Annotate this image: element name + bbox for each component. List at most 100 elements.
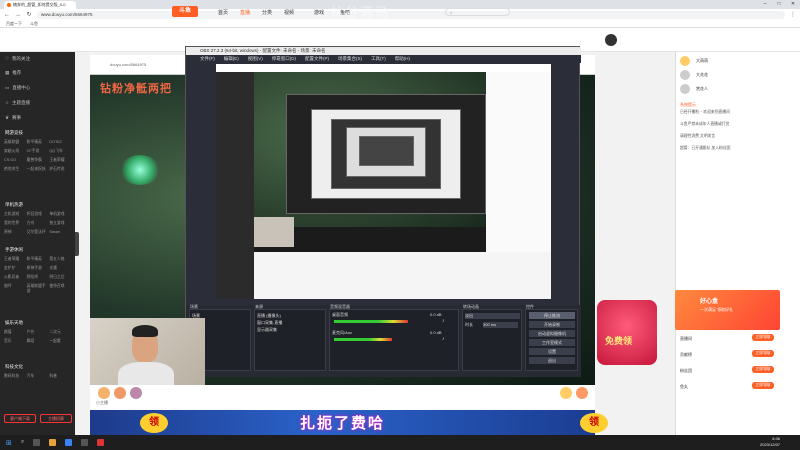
- sidebar-link[interactable]: 英雄联盟: [4, 140, 27, 145]
- sidebar-link[interactable]: 方舟: [27, 221, 50, 226]
- obs-menu-file[interactable]: 文件(F): [200, 56, 215, 62]
- nav-live[interactable]: 直播: [240, 9, 250, 16]
- top-user[interactable]: 大花花: [696, 72, 708, 78]
- source-item[interactable]: 窗口采集-直播: [257, 320, 282, 326]
- transition-duration-input[interactable]: 300 ms: [483, 322, 518, 328]
- menu-dots-icon[interactable]: ⋮: [790, 11, 796, 18]
- recruit-anchor-button[interactable]: 主播招募: [40, 414, 72, 423]
- windows-start-icon[interactable]: ⊞: [6, 439, 12, 447]
- sidebar-link[interactable]: 英雄联盟手游: [27, 284, 50, 294]
- sidebar-link[interactable]: 和平精英: [27, 140, 50, 145]
- top-user[interactable]: 大萌萌: [696, 58, 708, 64]
- sidebar-link[interactable]: 二次元: [49, 330, 72, 335]
- sidebar-collapse-handle[interactable]: [75, 232, 79, 256]
- exit-button[interactable]: 退出: [529, 357, 575, 364]
- obs-menu-view[interactable]: 视图(V): [248, 56, 263, 62]
- back-icon[interactable]: ←: [4, 12, 10, 18]
- explorer-icon[interactable]: [49, 439, 57, 446]
- sidebar-link[interactable]: 绝地求生: [4, 167, 27, 172]
- start-recording-button[interactable]: 开始录制: [529, 321, 575, 328]
- sidebar-link[interactable]: 第五人格: [49, 257, 72, 262]
- settings-button[interactable]: 设置: [529, 348, 575, 355]
- search-icon[interactable]: ⌕: [21, 439, 24, 446]
- gift-icon[interactable]: [560, 387, 572, 399]
- sidebar-link[interactable]: 主机游戏: [4, 212, 27, 217]
- sidebar-link[interactable]: 科普: [49, 374, 72, 379]
- gift-box-promo[interactable]: 好心盒 一次满足 领取好礼: [675, 290, 780, 330]
- source-item[interactable]: 显示器采集: [257, 327, 277, 333]
- close-icon[interactable]: ✕: [786, 0, 800, 9]
- sidebar-link[interactable]: 王者荣耀: [4, 257, 27, 262]
- reload-icon[interactable]: ↻: [26, 11, 32, 18]
- sidebar-link[interactable]: 穿越火线: [4, 149, 27, 154]
- sidebar-link[interactable]: CS:GO: [4, 158, 27, 163]
- sidebar-link[interactable]: 炉石传说: [49, 167, 72, 172]
- sidebar-link[interactable]: 光遇: [49, 266, 72, 271]
- sidebar-link[interactable]: 和平精英: [27, 257, 50, 262]
- sidebar-link[interactable]: CF手游: [27, 149, 50, 154]
- sidebar-link[interactable]: 使命召唤: [49, 284, 72, 294]
- claim-button[interactable]: 立即领取: [752, 334, 774, 341]
- stop-streaming-button[interactable]: 停止推流: [529, 312, 575, 319]
- gift-icon[interactable]: [576, 387, 588, 399]
- douyu-logo[interactable]: 斗鱼: [172, 6, 198, 17]
- avatar[interactable]: [680, 84, 690, 94]
- obs-menu-scenes[interactable]: 场景集合(S): [338, 56, 362, 62]
- obs-taskbar-icon[interactable]: [81, 439, 89, 446]
- sidebar-link[interactable]: 独立游戏: [49, 221, 72, 226]
- obs-menu-tools[interactable]: 工具(T): [371, 56, 386, 62]
- claim-coin-left[interactable]: 领: [140, 413, 168, 433]
- claim-coin-right[interactable]: 领: [580, 413, 608, 433]
- search-input[interactable]: ⌕: [445, 8, 510, 16]
- obs-menu-docks[interactable]: 停靠窗口(D): [272, 56, 296, 62]
- sidebar-link[interactable]: 户外: [27, 330, 50, 335]
- sidebar-link[interactable]: 一起看: [49, 339, 72, 344]
- badge-icon[interactable]: [130, 387, 142, 399]
- taskview-icon[interactable]: [33, 439, 41, 446]
- sidebar-link[interactable]: 音乐: [4, 339, 27, 344]
- source-item[interactable]: 直播 (摄像头): [257, 313, 281, 319]
- address-bar[interactable]: www.douyu.com/5664975: [37, 10, 785, 19]
- sidebar-link[interactable]: QQ飞车: [49, 149, 72, 154]
- sidebar-link[interactable]: 魔兽争霸: [27, 158, 50, 163]
- maximize-icon[interactable]: □: [772, 0, 786, 9]
- obs-menu-help[interactable]: 帮助(H): [395, 56, 410, 62]
- sidebar-item-events[interactable]: ♛ 赛事: [0, 113, 75, 122]
- avatar[interactable]: [680, 70, 690, 80]
- sidebar-link[interactable]: 舞蹈: [27, 339, 50, 344]
- obs-preview-canvas[interactable]: [216, 64, 551, 299]
- avatar[interactable]: [605, 34, 617, 46]
- badge-icon[interactable]: [98, 387, 110, 399]
- sidebar-item-recommend[interactable]: ▦ 推荐: [0, 68, 75, 77]
- sidebar-item-theme[interactable]: ☆ 主题直播: [0, 98, 75, 107]
- virtual-camera-button[interactable]: 启动虚拟摄像机: [529, 330, 575, 337]
- minimize-icon[interactable]: –: [758, 0, 772, 9]
- claim-button[interactable]: 立即领取: [752, 350, 774, 357]
- sidebar-link[interactable]: 原神手游: [27, 266, 50, 271]
- sidebar-link[interactable]: 我的世界: [4, 221, 27, 226]
- bookmark-baidu[interactable]: 百度一下: [6, 21, 22, 27]
- sidebar-link[interactable]: 崩坏: [4, 284, 27, 294]
- browser-tab[interactable]: 楠奔的_超管_如何提交版_5-0: [4, 1, 76, 9]
- sidebar-link[interactable]: 单机游戏: [49, 212, 72, 217]
- forward-icon[interactable]: →: [15, 12, 21, 18]
- nav-category[interactable]: 分类: [262, 9, 272, 16]
- browser-taskbar-icon[interactable]: [65, 439, 73, 446]
- obs-menu-edit[interactable]: 编辑(E): [224, 56, 239, 62]
- app-taskbar-icon[interactable]: [97, 439, 105, 446]
- sidebar-link[interactable]: 汽车: [27, 374, 50, 379]
- top-user[interactable]: 赏花人: [696, 86, 708, 92]
- sidebar-item-center[interactable]: ▭ 直播中心: [0, 83, 75, 92]
- speaker-icon[interactable]: ♪: [442, 336, 445, 342]
- badge-icon[interactable]: [114, 387, 126, 399]
- nav-home[interactable]: 首页: [218, 9, 228, 16]
- download-client-button[interactable]: 客户端下载: [4, 414, 36, 423]
- transition-type-select[interactable]: 淡出: [465, 313, 520, 319]
- sidebar-link[interactable]: 艾尔登法环: [27, 230, 50, 235]
- sidebar-link[interactable]: 颜值: [4, 330, 27, 335]
- sidebar-link[interactable]: 明日之后: [49, 275, 72, 280]
- sidebar-link[interactable]: 金铲铲: [4, 266, 27, 271]
- speaker-icon[interactable]: ♪: [442, 318, 445, 324]
- sidebar-link[interactable]: 原神: [4, 230, 27, 235]
- free-gift-float[interactable]: [597, 300, 657, 365]
